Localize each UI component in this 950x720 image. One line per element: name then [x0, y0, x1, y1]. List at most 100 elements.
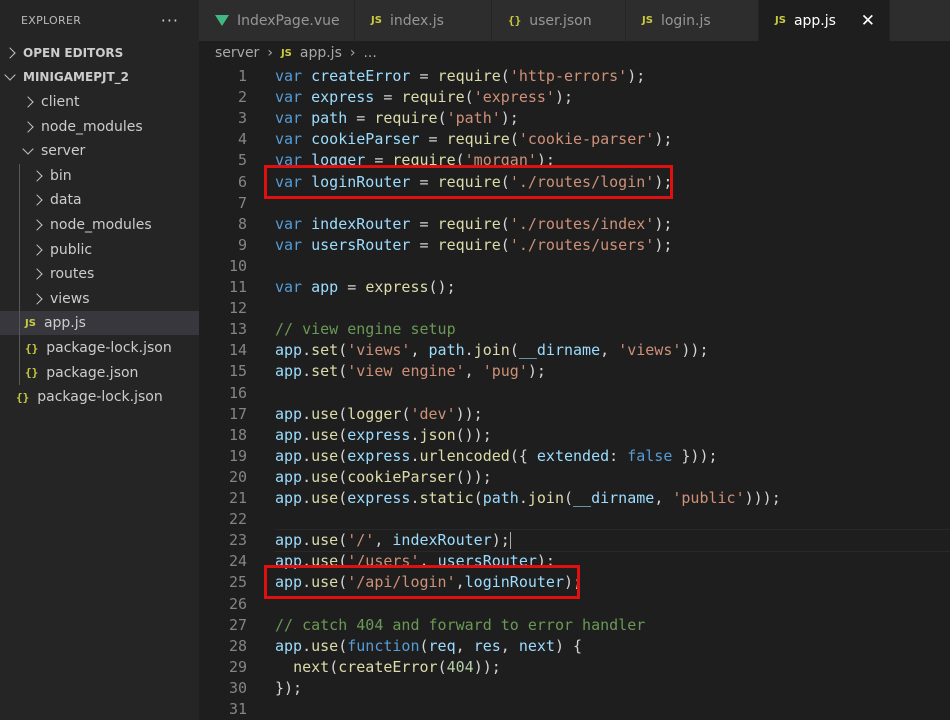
close-icon[interactable]: ✕ [861, 11, 875, 31]
code-token: ( [509, 130, 519, 149]
tree-item-node-modules[interactable]: node_modules [0, 115, 223, 139]
code-text: app.use(express.urlencoded({ extended: f… [275, 446, 718, 467]
code-token: ); [554, 88, 574, 107]
tree-item-label: node_modules [50, 217, 152, 233]
chevron-right-icon [31, 170, 43, 182]
code-token: require [374, 109, 438, 128]
code-token: 'view engine' [347, 362, 465, 381]
code-line: 18 app.use(express.json()); [199, 425, 950, 446]
editor-tabs: IndexPage.vue JS index.js {} user.json JS logi… [199, 0, 950, 41]
tab-index-js[interactable]: JS index.js [355, 0, 492, 41]
code-token: ( [338, 636, 348, 655]
tab-login-js[interactable]: JS login.js [626, 0, 759, 41]
code-token: ); [491, 531, 510, 550]
code-editor[interactable]: 1 var createError = require('http-errors'… [199, 65, 950, 720]
code-token: . [410, 446, 420, 465]
tree-item-node-modules[interactable]: node_modules [0, 213, 232, 237]
code-token: app [275, 467, 303, 486]
code-token: ()); [455, 467, 492, 486]
tree-item-data[interactable]: data [0, 188, 232, 212]
tree-item-label: package.json [46, 364, 139, 381]
code-text: }); [275, 678, 302, 699]
code-token: ( [338, 446, 348, 465]
js-file-icon: JS [25, 317, 36, 329]
ellipsis-icon[interactable]: ··· [161, 11, 179, 30]
open-editors-section[interactable]: OPEN EDITORS [0, 41, 199, 65]
code-token: path [482, 489, 519, 507]
code-token: use [311, 404, 339, 423]
tree-item-package-lock-json[interactable]: {} package-lock.json [0, 336, 224, 360]
code-text: next(createError(404)); [275, 657, 501, 678]
code-line: 22 [199, 509, 950, 530]
code-token: 'public' [672, 489, 745, 507]
chevron-right-icon [31, 293, 43, 305]
code-line: 8 var indexRouter = require('./routes/ind… [199, 214, 950, 235]
code-line: 17 app.use(logger('dev')); [199, 404, 950, 425]
code-token: app [275, 362, 303, 381]
code-token: ()); [455, 425, 492, 444]
tab-label: login.js [660, 12, 711, 29]
code-token: static [419, 489, 474, 507]
tree-item-client[interactable]: client [0, 90, 223, 114]
code-token: createError [311, 67, 411, 85]
project-section[interactable]: MINIGAMEPJT_2 [0, 65, 199, 89]
tab-indexpage-vue[interactable]: IndexPage.vue [199, 0, 355, 41]
tree-item-package-lock-json[interactable]: {} package-lock.json [0, 385, 215, 409]
chevron-right-icon [22, 96, 34, 108]
breadcrumb-file[interactable]: app.js [300, 45, 342, 61]
code-token: ( [338, 341, 348, 360]
code-token: }); [275, 678, 303, 697]
code-token: = [374, 88, 402, 107]
code-token: __dirname [573, 489, 655, 507]
code-token: ( [473, 489, 483, 507]
tree-item-views[interactable]: views [0, 287, 232, 311]
tree-item-label: server [41, 143, 86, 160]
code-token: ( [437, 109, 447, 128]
tree-item-app-js[interactable]: JS app.js [0, 311, 224, 336]
code-text: app.use(function(req, res, next) { [275, 636, 582, 657]
code-line: 23 app.use('/', indexRouter); [199, 530, 950, 551]
line-number: 10 [228, 256, 247, 275]
js-file-icon: JS [642, 15, 653, 26]
code-token: ( [338, 425, 348, 444]
js-file-icon: JS [775, 15, 786, 26]
json-file-icon: {} [25, 341, 39, 355]
code-token: use [311, 425, 339, 444]
code-token: path [428, 341, 465, 360]
code-token: , [374, 531, 393, 550]
breadcrumb-rest[interactable]: ... [363, 45, 376, 61]
code-token: , [654, 489, 673, 507]
code-text: app.set('view engine', 'pug'); [275, 361, 546, 382]
code-token: express [311, 88, 375, 107]
tab-user-json[interactable]: {} user.json [492, 0, 626, 41]
tree-item-server[interactable]: server [0, 139, 223, 163]
code-token: extended [536, 446, 610, 465]
tree-item-public[interactable]: public [0, 238, 232, 262]
code-line: 14 app.set('views', path.join(__dirname, … [199, 340, 950, 361]
code-line: 11 var app = express(); [199, 277, 950, 298]
tree-item-package-json[interactable]: {} package.json [0, 361, 224, 385]
code-token: . [302, 404, 312, 423]
tree-item-routes[interactable]: routes [0, 262, 232, 286]
code-text: // view engine setup [275, 319, 456, 340]
code-token: ( [338, 489, 348, 507]
breadcrumb-folder[interactable]: server [215, 45, 259, 61]
tree-item-bin[interactable]: bin [0, 164, 232, 188]
code-token: var [275, 88, 303, 107]
code-line: 30}); [199, 678, 950, 699]
code-token: var [275, 214, 303, 233]
code-line: 3 var path = require('path'); [199, 108, 950, 129]
code-text: app.set('views', path.join(__dirname, 'v… [275, 340, 709, 361]
code-token: use [311, 531, 339, 550]
code-token: 'express' [473, 88, 555, 107]
line-number: 4 [237, 130, 247, 149]
code-token: 'cookie-parser' [518, 130, 655, 149]
code-token: logger [347, 404, 402, 423]
tab-app-js[interactable]: JS app.js ✕ [759, 0, 890, 41]
tree-item-label: public [50, 241, 93, 258]
line-number: 3 [237, 109, 247, 128]
line-number: 15 [228, 362, 247, 381]
code-token: app [275, 489, 303, 507]
